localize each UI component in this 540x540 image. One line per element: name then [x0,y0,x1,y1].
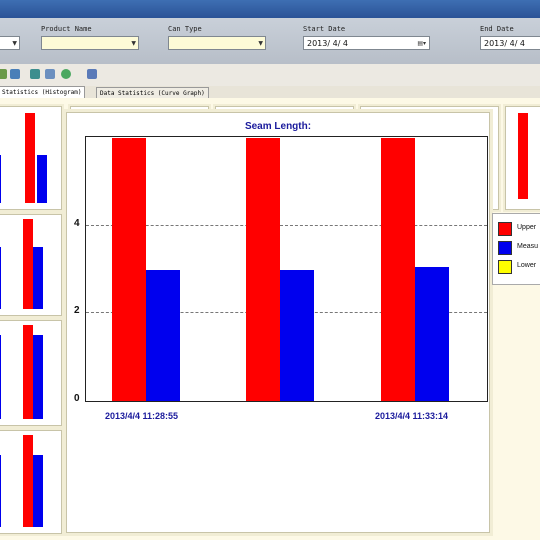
bar-upper [23,435,33,527]
bar-upper [112,138,146,401]
can-type-label: Can Type [168,25,202,33]
bar-upper [246,138,280,401]
end-date-label: End Date [480,25,514,33]
chevron-down-icon: ▼ [131,40,136,47]
gridline [86,224,487,226]
bar-measu [280,269,314,401]
bar-upper [381,138,415,401]
tab-strip: Statistics (Histogram) Data Statistics (… [0,86,540,99]
legend-label: Lower [517,262,537,269]
refresh-icon[interactable] [61,69,71,79]
bar-measu [146,269,180,401]
window-titlebar [0,0,540,18]
mini-chart[interactable] [0,320,62,426]
legend-item-upper: Upper [498,222,540,240]
bar-measured [0,455,1,527]
mini-chart[interactable] [505,106,540,210]
main-chart-panel: Seam Length: 0 2 4 2013/4/4 11:28:55 2013/… [66,112,490,533]
save-icon[interactable] [45,69,55,79]
chevron-down-icon: ▼ [258,40,263,47]
print-icon[interactable] [10,69,20,79]
x-tick-label: 2013/4/4 11:33:14 [375,411,449,421]
plot-area: 0 2 4 [74,136,488,404]
bar-measured [33,335,43,419]
product-name-select[interactable]: ▼ [41,36,139,50]
bar-measured [0,155,1,203]
y-tick-label: 0 [74,393,80,404]
chart-legend: Upper Measu Lower [492,213,540,285]
legend-label: Measu [517,243,539,250]
bar-measured [33,247,43,309]
toolbar-icon-1[interactable] [0,69,7,79]
start-date-label: Start Date [303,25,346,33]
x-tick-label: 2013/4/4 11:28:55 [105,411,179,421]
y-tick-label: 2 [74,305,80,317]
start-date-picker[interactable]: 2013/ 4/ 4 ▤▾ [303,36,430,50]
legend-label: Upper [517,224,537,231]
filter-bar: ▼ Product Name ▼ Can Type ▼ Start Date 2… [0,18,540,65]
bar-upper [518,113,528,199]
leftmost-dropdown[interactable]: ▼ [0,36,20,50]
copy-icon[interactable] [87,69,97,79]
y-tick-label: 4 [74,217,80,229]
legend-item-measured: Measu [498,241,540,259]
legend-swatch [498,222,512,236]
bar-measured [0,335,1,419]
bar-upper [23,219,33,309]
export-icon[interactable] [30,69,40,79]
product-name-label: Product Name [41,25,92,33]
legend-swatch [498,260,512,274]
end-date-picker[interactable]: 2013/ 4/ 4 [480,36,540,50]
legend-swatch [498,241,512,255]
chevron-down-icon: ▼ [12,40,17,47]
legend-item-lower: Lower [498,260,540,278]
bar-measured [0,247,1,309]
calendar-dropdown-icon[interactable]: ▤▾ [417,37,426,51]
bar-measu [415,267,449,401]
toolbar [0,64,540,87]
can-type-select[interactable]: ▼ [168,36,266,50]
end-date-value: 2013/ 4/ 4 [484,39,526,48]
mini-chart[interactable] [0,106,62,210]
mini-chart[interactable] [0,430,62,534]
bar-measured [37,155,47,203]
start-date-value: 2013/ 4/ 4 [307,39,349,48]
bar-upper [23,325,33,419]
chart-title: Seam Length: [244,121,312,132]
bar-measured [33,455,43,527]
bar-upper [25,113,35,203]
mini-chart[interactable] [0,214,62,316]
